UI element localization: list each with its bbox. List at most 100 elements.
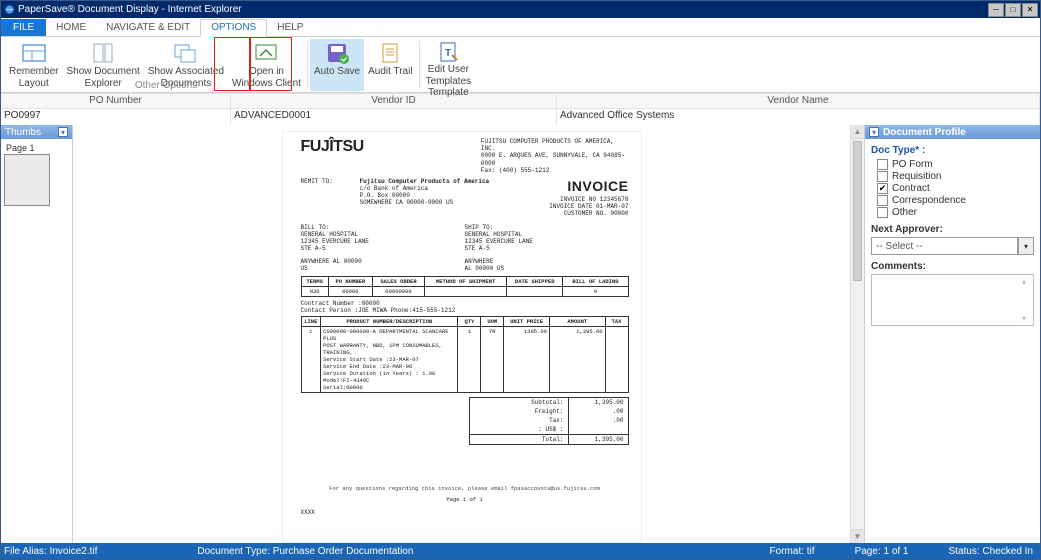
open-in-windows-client-label: Open in Windows Client [232, 66, 301, 89]
window-title: PaperSave® Document Display - Internet E… [18, 4, 987, 15]
auto-save-button[interactable]: Auto Save [310, 39, 364, 91]
thumb-page-1-image [4, 154, 50, 206]
qty: 1 [458, 326, 481, 392]
remit1: Fujitsu Computer Products of America [360, 178, 498, 185]
t1h1: TERMS [301, 276, 328, 286]
header-po-value[interactable]: PO0997 [1, 109, 231, 125]
audit-trail-label: Audit Trail [368, 66, 412, 78]
scroll-thumb[interactable] [853, 141, 862, 281]
status-file-alias: File Alias: Invoice2.tif [4, 546, 97, 557]
ship-bill3: STE A-5 [465, 245, 629, 252]
desc6: Model:FI-4340C [323, 377, 455, 384]
minimize-button[interactable]: ─ [988, 3, 1004, 17]
t1h6: BILL OF LADING [563, 276, 628, 286]
t2h4: UOM [481, 316, 504, 326]
thumbs-collapse-icon[interactable]: ▾ [58, 127, 68, 137]
tab-help[interactable]: HELP [267, 20, 313, 36]
remit3: P.O. Box 00000 [360, 192, 498, 199]
edit-templates-icon: T [434, 41, 462, 63]
contact: Contact Person :JOE MIWA Phone:415-555-1… [301, 307, 456, 314]
thumb-page-1-label: Page 1 [4, 142, 50, 154]
total-val: 1,395.00 [568, 435, 628, 444]
bill3: STE A-5 [301, 245, 465, 252]
viewer-inner[interactable]: FUJÎTSU FUJITSU COMPUTER PRODUCTS OF AME… [73, 125, 850, 543]
checkbox-requisition[interactable]: Requisition [877, 171, 1034, 182]
thumbs-body: Page 1 [1, 139, 72, 543]
layout-icon [20, 41, 48, 65]
viewer-scrollbar[interactable]: ▲ ▼ [850, 125, 864, 543]
remember-layout-button[interactable]: Remember Layout [5, 39, 62, 91]
open-windows-icon [252, 41, 280, 65]
invoice-word: INVOICE [497, 178, 628, 194]
amount: 1,395.00 [549, 326, 605, 392]
ship-bill1: GENERAL HOSPITAL [465, 231, 629, 238]
window-controls: ─ □ ✕ [987, 3, 1038, 17]
ribbon-group-other-options: Other Options [101, 80, 231, 91]
tab-options[interactable]: OPTIONS [200, 19, 267, 37]
next-approver-label: Next Approver: [871, 224, 1034, 235]
invoice-no: INVOICE NO 12345678 [497, 196, 628, 203]
t1r2: 00000 [328, 286, 372, 296]
comments-scroll[interactable]: ▴▾ [1022, 277, 1032, 323]
status-bar: File Alias: Invoice2.tif Document Type: … [1, 543, 1040, 559]
t1h2: PO NUMBER [328, 276, 372, 286]
desc5: Service Duration (in Years) : 1.00 [323, 370, 455, 377]
other-label: Other [892, 207, 917, 218]
sub-label: Subtotal: [470, 398, 568, 407]
associated-documents-icon [172, 41, 200, 65]
invoice-date: INVOICE DATE 01-MAR-07 [497, 203, 628, 210]
next-approver-value: -- Select -- [871, 237, 1018, 255]
checkbox-other[interactable]: Other [877, 207, 1034, 218]
checkbox-contract[interactable]: ✔Contract [877, 183, 1034, 194]
status-doc-type: Document Type: Purchase Order Documentat… [197, 546, 413, 557]
freight-val: .00 [568, 407, 628, 416]
line-table: LINE PRODUCT NUMBER/DESCRIPTION QTY UOM … [301, 316, 629, 393]
scroll-track[interactable] [851, 139, 864, 529]
profile-collapse-icon[interactable]: ▾ [869, 127, 879, 137]
inv-company2: 0000 E. ARQUES AVE, SUNNYVALE, CA 94085-… [481, 152, 629, 166]
cur-val [568, 425, 628, 434]
ship-bill2: 12345 EVERCURE LANE [465, 238, 629, 245]
thumb-page-1[interactable]: Page 1 [4, 142, 50, 206]
audit-trail-button[interactable]: Audit Trail [364, 39, 416, 91]
audit-trail-icon [376, 41, 404, 65]
maximize-button[interactable]: □ [1005, 3, 1021, 17]
uom: YR [481, 326, 504, 392]
t1r6: 0 [563, 286, 628, 296]
close-button[interactable]: ✕ [1022, 3, 1038, 17]
freight-label: Freight: [470, 407, 568, 416]
profile-body: Doc Type* : PO Form Requisition ✔Contrac… [865, 139, 1040, 330]
inv-company1: FUJITSU COMPUTER PRODUCTS OF AMERICA, IN… [481, 138, 629, 152]
scroll-up-icon[interactable]: ▲ [851, 125, 864, 139]
titlebar: PaperSave® Document Display - Internet E… [1, 1, 1040, 18]
invoice-pagefoot: Page 1 of 1 [301, 496, 629, 503]
remember-layout-label: Remember Layout [9, 66, 58, 89]
document-viewer: FUJÎTSU FUJITSU COMPUTER PRODUCTS OF AME… [73, 125, 864, 543]
status-format: Format: tif [770, 546, 815, 557]
chevron-down-icon[interactable]: ▾ [1018, 237, 1034, 255]
scroll-down-icon[interactable]: ▼ [851, 529, 864, 543]
checkbox-correspondence[interactable]: Correspondence [877, 195, 1034, 206]
tab-navigate-edit[interactable]: NAVIGATE & EDIT [96, 20, 200, 36]
header-vname-value[interactable]: Advanced Office Systems [557, 109, 1040, 125]
checkbox-po-form[interactable]: PO Form [877, 159, 1034, 170]
tab-home[interactable]: HOME [46, 20, 96, 36]
t1h3: SALES ORDER [372, 276, 424, 286]
t2h2: PRODUCT NUMBER/DESCRIPTION [321, 316, 458, 326]
comments-textarea[interactable]: ▴▾ [871, 274, 1034, 326]
profile-title: Document Profile [883, 127, 966, 138]
thumbs-panel: Thumbs ▾ Page 1 [1, 125, 73, 543]
ribbon-tabs: FILE HOME NAVIGATE & EDIT OPTIONS HELP [1, 18, 1040, 37]
header-po-label: PO Number [1, 94, 231, 108]
edit-user-templates-button[interactable]: T Edit User Templates Template [422, 39, 476, 91]
totals-box: Subtotal:1,395.00 Freight:.00 Tax:.00 : … [469, 397, 629, 445]
open-in-windows-client-button[interactable]: Open in Windows Client [228, 39, 305, 91]
invoice-footer: For any questions regarding this invoice… [301, 485, 629, 492]
next-approver-select[interactable]: -- Select -- ▾ [871, 237, 1034, 255]
desc7: Serial:00000 [323, 384, 455, 391]
tab-file[interactable]: FILE [1, 19, 46, 36]
header-vid-value[interactable]: ADVANCED0001 [231, 109, 557, 125]
ie-icon [3, 4, 15, 16]
comments-label: Comments: [871, 261, 1034, 272]
profile-header: ▾ Document Profile [865, 125, 1040, 139]
